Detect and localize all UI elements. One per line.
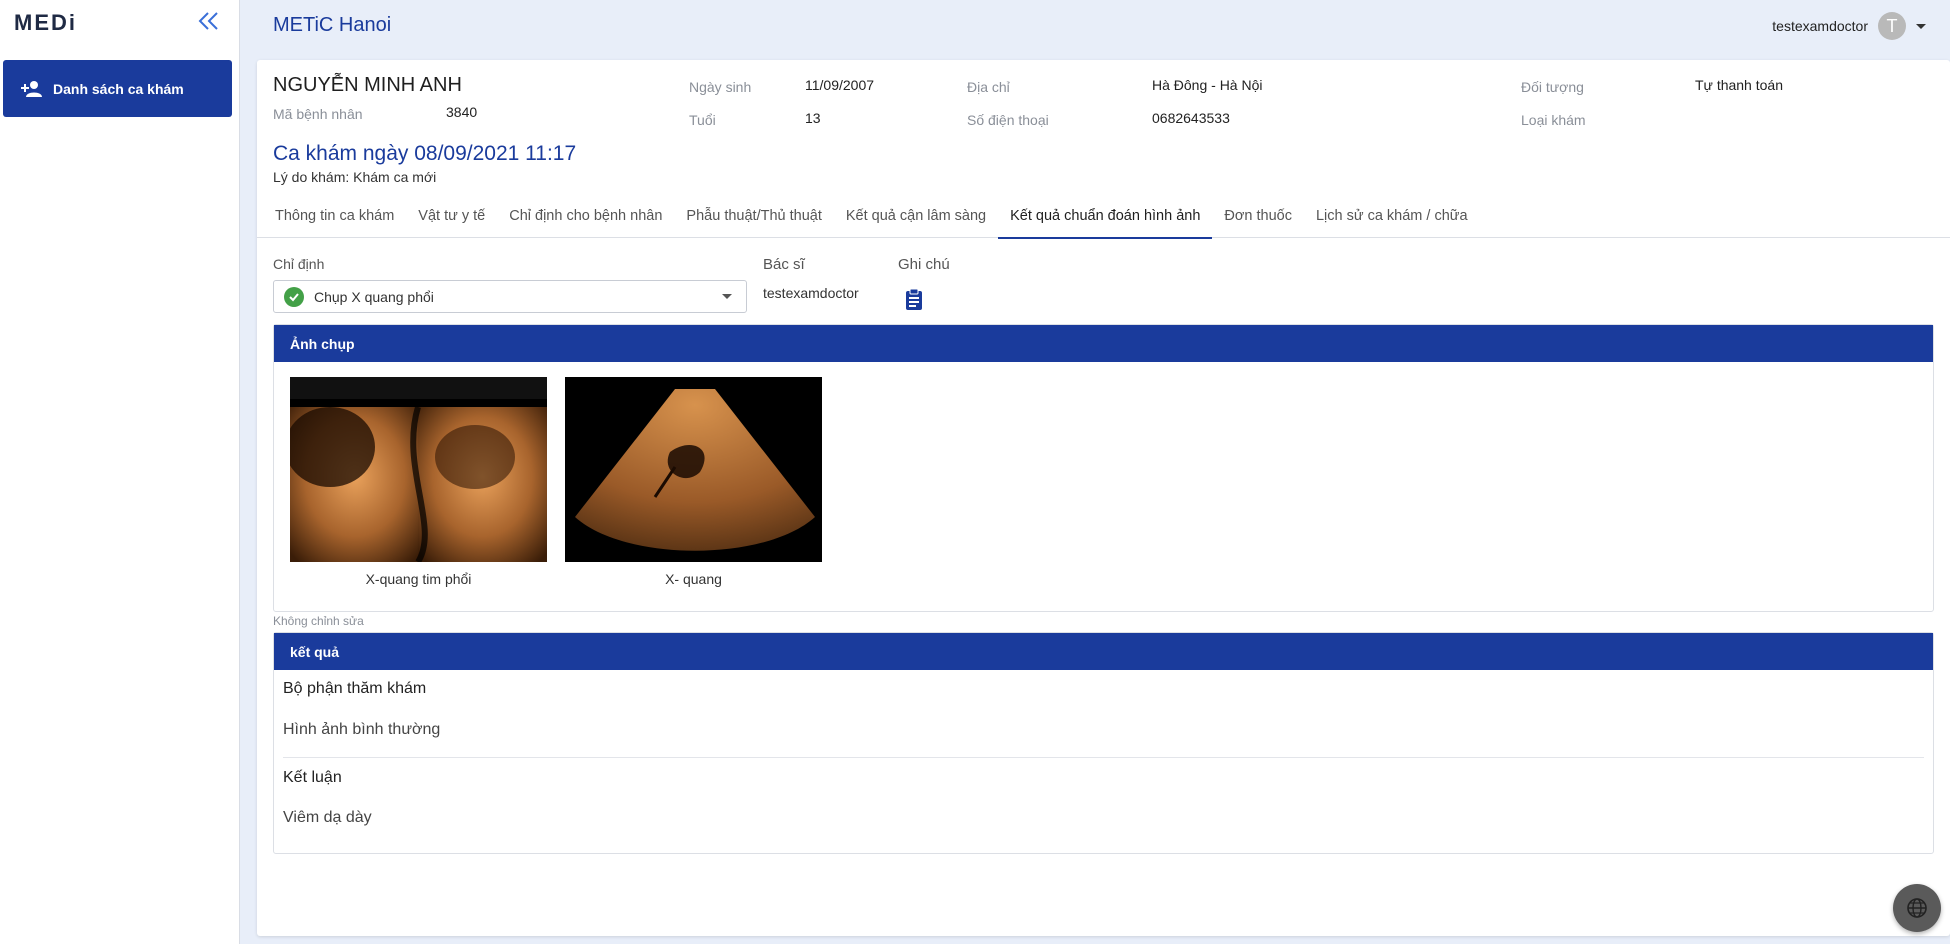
doctor-label: Bác sĩ: [763, 256, 805, 273]
user-name: testexamdoctor: [1772, 18, 1868, 34]
exam-part-value: Hình ảnh bình thường: [283, 721, 441, 738]
image-caption: X- quang: [665, 571, 722, 587]
patient-id-label: Mã bệnh nhân: [273, 106, 363, 122]
image-item[interactable]: X- quang: [565, 377, 822, 587]
doctor-value: testexamdoctor: [763, 285, 859, 301]
indication-label: Chỉ định: [273, 256, 325, 272]
tab-exam-history[interactable]: Lịch sử ca khám / chữa: [1304, 193, 1480, 238]
user-menu[interactable]: testexamdoctor T: [1772, 12, 1926, 40]
dob-value: 11/09/2007: [805, 77, 875, 93]
subject-label: Đối tượng: [1521, 79, 1584, 95]
clinic-title: METiC Hanoi: [273, 14, 392, 36]
sidebar: MEDi Danh sách ca khám: [0, 0, 240, 944]
avatar: T: [1878, 12, 1906, 40]
collapse-sidebar-button[interactable]: [194, 8, 224, 36]
phone-value: 0682643533: [1152, 110, 1230, 126]
images-panel-title: Ảnh chụp: [274, 325, 1933, 362]
sidebar-item-label: Danh sách ca khám: [53, 80, 184, 97]
ultrasound-image: [565, 377, 822, 562]
dropdown-arrow-icon: [722, 294, 732, 299]
tab-surgery-procedures[interactable]: Phẫu thuật/Thủ thuật: [674, 193, 833, 238]
exam-card: NGUYỄN MINH ANH Mã bệnh nhân 3840 Ngày s…: [257, 60, 1950, 936]
patient-id-value: 3840: [446, 104, 478, 120]
session-title: Ca khám ngày 08/09/2021 11:17: [273, 142, 577, 165]
conclusion-value: Viêm dạ dày: [283, 809, 372, 826]
sidebar-item-exam-list[interactable]: Danh sách ca khám: [3, 60, 232, 117]
clipboard-icon: [906, 288, 922, 310]
indication-value: Chụp X quang phổi: [314, 288, 434, 305]
double-chevron-left-icon: [198, 12, 218, 30]
divider: [283, 757, 1924, 758]
tab-prescription[interactable]: Đơn thuốc: [1212, 193, 1304, 238]
tab-lab-results[interactable]: Kết quả cận lâm sàng: [834, 193, 998, 238]
chevron-down-icon: [1916, 23, 1926, 29]
add-user-icon: [21, 80, 42, 97]
globe-icon: [1907, 898, 1927, 918]
tab-bar: Thông tin ca khám Vật tư y tế Chỉ định c…: [257, 193, 1950, 239]
tab-patient-orders[interactable]: Chỉ định cho bệnh nhân: [497, 193, 674, 238]
exam-part-label: Bộ phận thăm khám: [283, 680, 427, 697]
tab-imaging-results[interactable]: Kết quả chuẩn đoán hình ảnh: [998, 193, 1213, 239]
tab-exam-info[interactable]: Thông tin ca khám: [263, 193, 406, 238]
results-panel-title: kết quả: [274, 633, 1933, 670]
address-value: Hà Đông - Hà Nội: [1152, 77, 1263, 93]
address-label: Địa chỉ: [967, 79, 1010, 95]
readonly-hint: Không chỉnh sửa: [273, 614, 364, 628]
language-button[interactable]: [1893, 884, 1941, 932]
exam-reason: Lý do khám: Khám ca mới: [273, 169, 437, 185]
dob-label: Ngày sinh: [689, 79, 752, 95]
exam-type-label: Loại khám: [1521, 112, 1586, 128]
note-label: Ghi chú: [898, 256, 950, 273]
ultrasound-image: [290, 377, 547, 562]
note-button[interactable]: [902, 287, 926, 311]
image-caption: X-quang tim phổi: [365, 571, 472, 587]
tab-medical-supplies[interactable]: Vật tư y tế: [406, 193, 497, 238]
images-panel: Ảnh chụp X-quang tim phổi X- quang: [273, 324, 1934, 612]
image-item[interactable]: X-quang tim phổi: [290, 377, 547, 587]
conclusion-label: Kết luận: [283, 769, 342, 786]
age-value: 13: [805, 110, 821, 126]
check-circle-icon: [284, 286, 304, 307]
app-logo: MEDi: [14, 10, 77, 35]
top-bar: METiC Hanoi testexamdoctor T: [241, 0, 1950, 52]
results-panel: kết quả Bộ phận thăm khám Hình ảnh bình …: [273, 632, 1934, 854]
subject-value: Tự thanh toán: [1695, 77, 1783, 93]
patient-name: NGUYỄN MINH ANH: [273, 74, 462, 96]
age-label: Tuổi: [689, 112, 716, 128]
phone-label: Số điện thoại: [967, 112, 1049, 128]
indication-select[interactable]: Chụp X quang phổi: [273, 280, 747, 313]
